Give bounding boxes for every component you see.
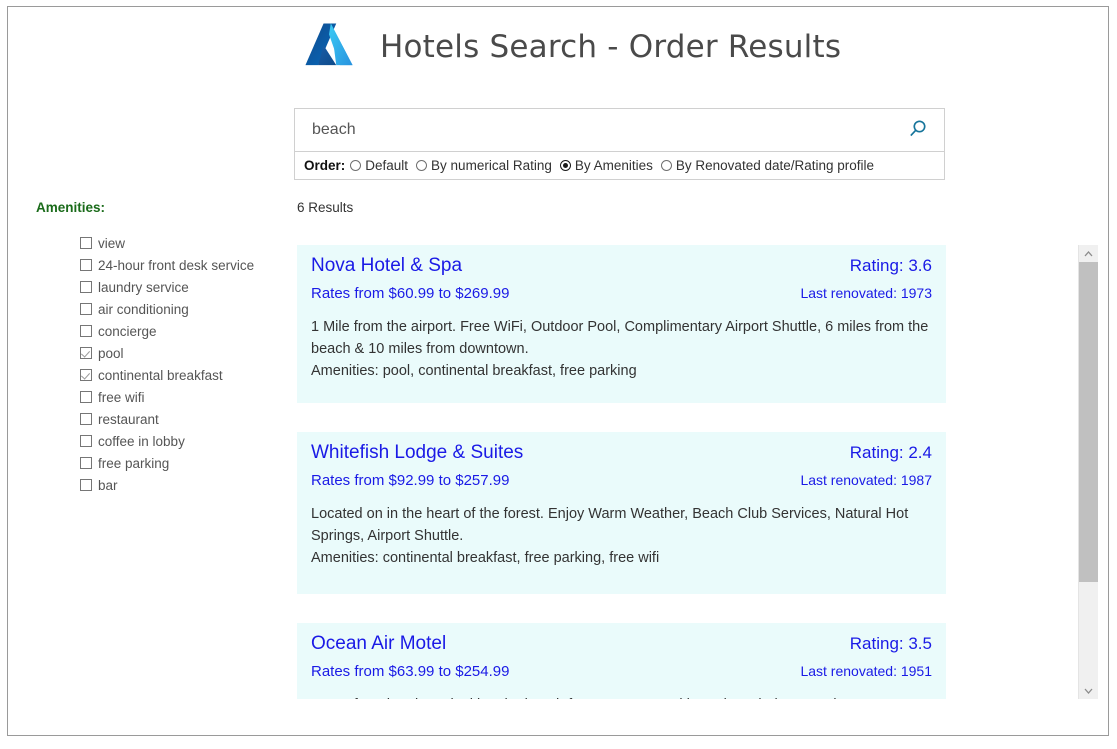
amenity-filter-coffee-in-lobby[interactable]: coffee in lobby <box>80 430 281 452</box>
order-options-row: Order: Default By numerical Rating By Am… <box>295 151 944 179</box>
order-option-label: By numerical Rating <box>431 158 552 173</box>
order-option-label: By Renovated date/Rating profile <box>675 158 875 173</box>
hotel-renovated: Last renovated: 1987 <box>800 472 932 488</box>
amenities-sidebar: Amenities: view 24-hour front desk servi… <box>36 200 281 496</box>
amenity-label: free parking <box>98 455 170 471</box>
order-option-renovated-date[interactable]: By Renovated date/Rating profile <box>660 158 875 173</box>
hotel-rates: Rates from $63.99 to $254.99 <box>311 663 510 680</box>
amenity-label: restaurant <box>98 411 159 427</box>
result-header-row: Nova Hotel & Spa Rating: 3.6 <box>311 255 932 277</box>
order-option-amenities[interactable]: By Amenities <box>559 158 653 173</box>
azure-logo-icon <box>300 16 358 78</box>
checkbox-icon <box>80 391 92 403</box>
hotel-amenities: Amenities: pool, continental breakfast, … <box>311 363 637 379</box>
amenities-heading: Amenities: <box>36 200 106 215</box>
checkbox-checked-icon <box>80 347 92 359</box>
amenity-filter-concierge[interactable]: concierge <box>80 320 281 342</box>
app-header: Hotels Search - Order Results <box>300 16 841 78</box>
checkbox-icon <box>80 457 92 469</box>
scrollbar-thumb[interactable] <box>1079 262 1098 582</box>
hotel-description: 1 Mile from the airport. Free WiFi, Outd… <box>311 319 929 357</box>
amenity-filter-free-wifi[interactable]: free wifi <box>80 386 281 408</box>
results-list: Nova Hotel & Spa Rating: 3.6 Rates from … <box>297 245 946 699</box>
amenity-label: 24-hour front desk service <box>98 257 255 273</box>
page-frame: Hotels Search - Order Results Order: Def… <box>7 6 1109 736</box>
chevron-up-icon <box>1084 250 1093 257</box>
hotel-rates: Rates from $92.99 to $257.99 <box>311 472 510 489</box>
checkbox-icon <box>80 259 92 271</box>
amenity-label: coffee in lobby <box>98 433 185 449</box>
radio-icon <box>416 160 428 171</box>
results-scrollbar[interactable] <box>1078 245 1098 699</box>
page-title: Hotels Search - Order Results <box>380 29 842 65</box>
results-count: 6 Results <box>297 200 354 215</box>
result-card-ocean-air-motel[interactable]: Ocean Air Motel Rating: 3.5 Rates from $… <box>297 623 946 699</box>
scrollbar-up-button[interactable] <box>1079 245 1098 262</box>
hotel-renovated: Last renovated: 1973 <box>800 285 932 301</box>
result-header-row: Ocean Air Motel Rating: 3.5 <box>311 633 932 655</box>
result-subheader-row: Rates from $92.99 to $257.99 Last renova… <box>311 464 932 489</box>
hotel-renovated: Last renovated: 1951 <box>800 663 932 679</box>
search-input[interactable] <box>312 121 904 139</box>
result-subheader-row: Rates from $63.99 to $254.99 Last renova… <box>311 655 932 680</box>
amenity-filter-pool[interactable]: pool <box>80 342 281 364</box>
result-card-nova-hotel-spa[interactable]: Nova Hotel & Spa Rating: 3.6 Rates from … <box>297 245 946 403</box>
amenity-label: pool <box>98 345 124 361</box>
hotel-name-link[interactable]: Nova Hotel & Spa <box>311 255 462 277</box>
amenity-label: continental breakfast <box>98 367 223 383</box>
order-option-label: By Amenities <box>574 158 653 173</box>
result-card-whitefish-lodge-suites[interactable]: Whitefish Lodge & Suites Rating: 2.4 Rat… <box>297 432 946 594</box>
amenity-filter-bar[interactable]: bar <box>80 474 281 496</box>
amenity-filter-restaurant[interactable]: restaurant <box>80 408 281 430</box>
checkbox-icon <box>80 281 92 293</box>
hotel-amenities: Amenities: continental breakfast, free p… <box>311 550 660 566</box>
amenity-filter-continental-breakfast[interactable]: continental breakfast <box>80 364 281 386</box>
checkbox-checked-icon <box>80 369 92 381</box>
search-icon <box>907 118 929 143</box>
order-label: Order: <box>304 158 346 173</box>
order-option-numerical-rating[interactable]: By numerical Rating <box>416 158 552 173</box>
checkbox-icon <box>80 325 92 337</box>
amenity-filter-air-conditioning[interactable]: air conditioning <box>80 298 281 320</box>
result-header-row: Whitefish Lodge & Suites Rating: 2.4 <box>311 442 932 464</box>
radio-selected-icon <box>559 160 571 171</box>
amenity-label: concierge <box>98 323 157 339</box>
checkbox-icon <box>80 413 92 425</box>
checkbox-icon <box>80 479 92 491</box>
amenity-label: air conditioning <box>98 301 189 317</box>
hotel-name-link[interactable]: Whitefish Lodge & Suites <box>311 442 523 464</box>
hotel-rates: Rates from $60.99 to $269.99 <box>311 285 510 302</box>
amenity-filter-laundry-service[interactable]: laundry service <box>80 276 281 298</box>
result-subheader-row: Rates from $60.99 to $269.99 Last renova… <box>311 277 932 302</box>
chevron-down-icon <box>1084 688 1093 694</box>
checkbox-icon <box>80 237 92 249</box>
search-panel: Order: Default By numerical Rating By Am… <box>294 108 945 180</box>
hotel-name-link[interactable]: Ocean Air Motel <box>311 633 446 655</box>
radio-icon <box>660 160 672 171</box>
amenity-filter-free-parking[interactable]: free parking <box>80 452 281 474</box>
order-option-default[interactable]: Default <box>350 158 408 173</box>
hotel-rating: Rating: 3.6 <box>849 256 932 275</box>
amenity-label: free wifi <box>98 389 145 405</box>
scrollbar-down-button[interactable] <box>1079 682 1098 699</box>
hotel-rating: Rating: 3.5 <box>849 634 932 653</box>
hotel-rating: Rating: 2.4 <box>849 443 932 462</box>
hotel-description: Oceanfront hotel overlooking the beach f… <box>311 694 932 699</box>
amenity-filter-view[interactable]: view <box>80 232 281 254</box>
order-option-label: Default <box>365 158 409 173</box>
amenity-label: view <box>98 235 126 251</box>
amenity-filter-front-desk[interactable]: 24-hour front desk service <box>80 254 281 276</box>
checkbox-icon <box>80 435 92 447</box>
amenity-label: bar <box>98 477 118 493</box>
amenity-label: laundry service <box>98 279 189 295</box>
search-row <box>295 109 944 151</box>
checkbox-icon <box>80 303 92 315</box>
hotel-description: Located on in the heart of the forest. E… <box>311 506 909 544</box>
radio-icon <box>350 160 362 171</box>
search-button[interactable] <box>904 118 932 143</box>
amenities-filter-list: view 24-hour front desk service laundry … <box>36 232 281 496</box>
